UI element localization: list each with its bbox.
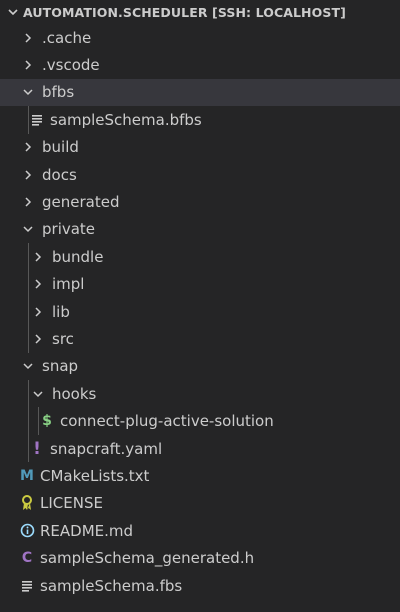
tree-item-label: hooks xyxy=(52,384,97,403)
tree-item-label: lib xyxy=(52,302,70,321)
tree-item-label: generated xyxy=(42,193,120,212)
indent-guide xyxy=(28,434,29,463)
indent-guide xyxy=(28,407,29,435)
tree-item-label: CMakeLists.txt xyxy=(40,466,150,485)
file-item-snapcraft-yaml[interactable]: ! snapcraft.yaml xyxy=(0,434,400,463)
chevron-right-icon[interactable] xyxy=(30,276,46,292)
cmake-m-icon: M xyxy=(20,467,34,484)
folder-item-build[interactable]: build xyxy=(0,134,400,161)
chevron-right-icon[interactable] xyxy=(30,331,46,347)
file-item-sampleschema-fbs[interactable]: sampleSchema.fbs xyxy=(0,572,400,599)
chevron-right-icon[interactable] xyxy=(20,194,36,210)
tree-item-label: connect-plug-active-solution xyxy=(60,412,274,431)
indent-guide xyxy=(28,325,29,353)
tree-item-label: private xyxy=(42,220,96,239)
folder-item-src[interactable]: src xyxy=(0,325,400,353)
shell-dollar-icon: $ xyxy=(42,413,52,430)
tree-item-label: snapcraft.yaml xyxy=(50,439,163,458)
tree-item-label: build xyxy=(42,138,79,157)
tree-item-label: README.md xyxy=(40,521,134,540)
tree-item-label: bundle xyxy=(52,247,104,266)
indent-guide xyxy=(28,243,29,271)
chevron-right-icon[interactable] xyxy=(20,57,36,73)
folder-item-impl[interactable]: impl xyxy=(0,270,400,298)
folder-item-lib[interactable]: lib xyxy=(0,297,400,326)
tree-item-label: src xyxy=(52,329,74,348)
chevron-right-icon[interactable] xyxy=(30,304,46,320)
tree-item-label: impl xyxy=(52,275,85,294)
lines-file-icon xyxy=(28,111,46,129)
license-ribbon-icon xyxy=(18,494,36,512)
explorer-section-header[interactable]: AUTOMATION.SCHEDULER [SSH: LOCALHOST] xyxy=(0,0,400,24)
file-item-readme-md[interactable]: README.md xyxy=(0,517,400,544)
folder-item-cache[interactable]: .cache xyxy=(0,24,400,51)
tree-item-label: LICENSE xyxy=(40,494,103,513)
tree-item-label: docs xyxy=(42,165,77,184)
file-item-cmakelists-txt[interactable]: M CMakeLists.txt xyxy=(0,462,400,489)
chevron-down-icon[interactable] xyxy=(20,84,36,100)
tree-item-label: .cache xyxy=(42,28,92,47)
tree-item-label: .vscode xyxy=(42,56,100,75)
chevron-down-icon[interactable] xyxy=(30,386,46,402)
tree-item-label: snap xyxy=(42,357,79,376)
file-tree: .cache .vscode bfbs sampleSchema.bfbs build d… xyxy=(0,24,400,599)
file-item-sampleschema-bfbs[interactable]: sampleSchema.bfbs xyxy=(0,106,400,134)
indent-guide xyxy=(28,297,29,326)
info-circle-icon xyxy=(18,522,36,540)
folder-item-vscode[interactable]: .vscode xyxy=(0,51,400,78)
indent-guide xyxy=(38,407,39,435)
chevron-down-icon[interactable] xyxy=(20,358,36,374)
indent-guide xyxy=(28,380,29,408)
indent-guide xyxy=(28,106,29,134)
yaml-exclamation-icon: ! xyxy=(33,438,41,459)
indent-guide xyxy=(28,270,29,298)
file-item-license[interactable]: LICENSE xyxy=(0,490,400,517)
tree-item-label: sampleSchema_generated.h xyxy=(40,549,255,568)
folder-item-hooks[interactable]: hooks xyxy=(0,380,400,408)
folder-item-bundle[interactable]: bundle xyxy=(0,243,400,271)
chevron-down-icon[interactable] xyxy=(20,221,36,237)
tree-item-label: sampleSchema.fbs xyxy=(40,576,183,595)
chevron-right-icon[interactable] xyxy=(20,139,36,155)
tree-item-label: bfbs xyxy=(42,83,75,102)
chevron-right-icon[interactable] xyxy=(20,167,36,183)
file-item-connect-plug-active-solution[interactable]: $ connect-plug-active-solution xyxy=(0,407,400,435)
workspace-title: AUTOMATION.SCHEDULER [SSH: LOCALHOST] xyxy=(23,4,346,20)
explorer-panel: AUTOMATION.SCHEDULER [SSH: LOCALHOST] .c… xyxy=(0,0,400,612)
folder-item-bfbs[interactable]: bfbs xyxy=(0,78,400,107)
c-header-icon: C xyxy=(21,550,33,567)
chevron-right-icon[interactable] xyxy=(20,30,36,46)
tree-item-label: sampleSchema.bfbs xyxy=(50,110,202,129)
folder-item-snap[interactable]: snap xyxy=(0,353,400,380)
lines-file-icon xyxy=(18,577,36,595)
folder-item-generated[interactable]: generated xyxy=(0,188,400,215)
chevron-down-icon[interactable] xyxy=(6,5,20,19)
folder-item-private[interactable]: private xyxy=(0,216,400,243)
file-item-sampleschema-generated-h[interactable]: CsampleSchema_generated.h xyxy=(0,544,400,571)
folder-item-docs[interactable]: docs xyxy=(0,161,400,188)
chevron-right-icon[interactable] xyxy=(30,249,46,265)
